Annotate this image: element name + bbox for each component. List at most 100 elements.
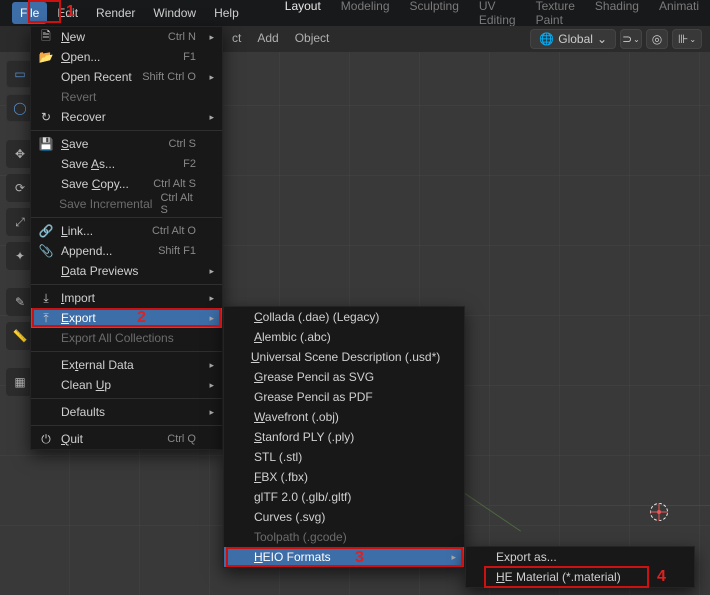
toolbar-add[interactable]: Add bbox=[257, 31, 278, 45]
export-menu-label: glTF 2.0 (.glb/.gltf) bbox=[254, 490, 438, 504]
file-menu-item[interactable]: External Data▸ bbox=[31, 355, 222, 375]
file-menu-item[interactable]: ⤓Import▸ bbox=[31, 288, 222, 308]
file-menu-item[interactable]: 📎 Append... Shift F1 bbox=[31, 241, 222, 261]
export-menu-item[interactable]: Curves (.svg) bbox=[224, 507, 464, 527]
chevron-right-icon: ▸ bbox=[204, 32, 214, 43]
export-menu-item[interactable]: Grease Pencil as SVG bbox=[224, 367, 464, 387]
file-menu-item[interactable]: 📂 Open... F1 bbox=[31, 47, 222, 67]
shortcut-label: F1 bbox=[183, 51, 196, 63]
file-menu-item[interactable]: Save Copy... Ctrl Alt S bbox=[31, 174, 222, 194]
export-menu-item[interactable]: Grease Pencil as PDF bbox=[224, 387, 464, 407]
export-menu-item[interactable]: glTF 2.0 (.glb/.gltf) bbox=[224, 487, 464, 507]
shortcut-label: Ctrl Q bbox=[167, 433, 196, 445]
shortcut-label: Ctrl N bbox=[168, 31, 196, 43]
file-menu-label: Open... bbox=[61, 50, 175, 64]
toolbar-object[interactable]: Object bbox=[295, 31, 330, 45]
export-menu-item: Toolpath (.gcode) bbox=[224, 527, 464, 547]
shortcut-label: Ctrl Alt O bbox=[152, 225, 196, 237]
append-icon: 📎 bbox=[39, 244, 53, 258]
file-menu-item[interactable]: ⏻ Quit Ctrl Q bbox=[31, 429, 222, 449]
file-menu-item[interactable]: 🗎 New Ctrl N ▸ bbox=[31, 27, 222, 47]
history-icon: ↻ bbox=[39, 110, 53, 124]
export-menu-item[interactable]: FBX (.fbx) bbox=[224, 467, 464, 487]
extra-toggle[interactable]: ⊪⌄ bbox=[672, 29, 702, 49]
file-menu-item: Save IncrementalCtrl Alt S bbox=[31, 194, 222, 214]
file-menu-item[interactable]: Defaults ▸ bbox=[31, 402, 222, 422]
file-menu-label: Clean Up bbox=[61, 378, 196, 392]
heio-menu-label: Export as... bbox=[496, 550, 668, 564]
file-menu-item[interactable]: ⤒Export▸ bbox=[31, 308, 222, 328]
link-icon: 🔗 bbox=[39, 224, 53, 238]
export-menu-item[interactable]: Universal Scene Description (.usd*) bbox=[224, 347, 464, 367]
chevron-right-icon: ▸ bbox=[446, 552, 456, 563]
menu-file[interactable]: File bbox=[12, 2, 47, 24]
orientation-label: Global bbox=[558, 32, 593, 46]
menu-window[interactable]: Window bbox=[145, 2, 204, 24]
file-menu-item[interactable]: Clean Up▸ bbox=[31, 375, 222, 395]
file-menu-item[interactable]: Data Previews▸ bbox=[31, 261, 222, 281]
file-menu-label: New bbox=[61, 30, 160, 44]
file-icon: 🗎 bbox=[39, 27, 53, 48]
export-menu-item[interactable]: STL (.stl) bbox=[224, 447, 464, 467]
file-menu-label: Export bbox=[61, 311, 196, 325]
file-menu-label: Revert bbox=[61, 90, 196, 104]
file-menu-label: Open Recent bbox=[61, 70, 134, 84]
file-menu-separator bbox=[31, 284, 222, 285]
export-menu-label: Curves (.svg) bbox=[254, 510, 438, 524]
magnet-icon: ⊃ bbox=[622, 32, 632, 46]
file-menu-item: Export All Collections bbox=[31, 328, 222, 348]
menu-render[interactable]: Render bbox=[88, 2, 143, 24]
shortcut-label: Ctrl Alt S bbox=[153, 178, 196, 190]
file-menu-item[interactable]: 💾SaveCtrl S bbox=[31, 134, 222, 154]
file-menu-label: Append... bbox=[61, 244, 150, 258]
axis-x-line bbox=[460, 505, 710, 506]
menu-edit[interactable]: Edit bbox=[49, 2, 86, 24]
file-menu-label: Save As... bbox=[61, 157, 175, 171]
overlap-icon: ◎ bbox=[652, 32, 662, 46]
chevron-down-icon: ⌄ bbox=[689, 35, 696, 44]
file-menu-item: Revert bbox=[31, 87, 222, 107]
export-menu-item[interactable]: Alembic (.abc) bbox=[224, 327, 464, 347]
proportional-toggle[interactable]: ◎ bbox=[646, 29, 668, 49]
export-menu-item[interactable]: HEIO Formats▸ bbox=[224, 547, 464, 567]
file-menu-item[interactable]: 🔗Link...Ctrl Alt O bbox=[31, 221, 222, 241]
folder-icon: 📂 bbox=[39, 50, 53, 64]
orientation-dropdown[interactable]: 🌐 Global ⌄ bbox=[530, 29, 616, 49]
heio-menu-item[interactable]: HE Material (*.material) bbox=[466, 567, 694, 587]
menubar: File Edit Render Window Help Layout Mode… bbox=[0, 0, 710, 26]
file-menu-label: Defaults bbox=[61, 405, 196, 419]
chevron-right-icon: ▸ bbox=[204, 266, 214, 277]
shortcut-label: F2 bbox=[183, 158, 196, 170]
export-menu-label: Universal Scene Description (.usd*) bbox=[251, 350, 440, 364]
export-menu-label: Stanford PLY (.ply) bbox=[254, 430, 438, 444]
chevron-right-icon: ▸ bbox=[204, 112, 214, 123]
file-menu-separator bbox=[31, 130, 222, 131]
file-menu-label: Quit bbox=[61, 432, 159, 446]
export-menu-label: FBX (.fbx) bbox=[254, 470, 438, 484]
shortcut-label: Ctrl Alt S bbox=[160, 192, 197, 216]
file-menu-item[interactable]: ↻ Recover ▸ bbox=[31, 107, 222, 127]
export-menu-label: Collada (.dae) (Legacy) bbox=[254, 310, 438, 324]
shortcut-label: Shift F1 bbox=[158, 245, 196, 257]
menu-help[interactable]: Help bbox=[206, 2, 247, 24]
export-menu-label: Wavefront (.obj) bbox=[254, 410, 438, 424]
chevron-right-icon: ▸ bbox=[204, 407, 214, 418]
file-menu-item[interactable]: Open RecentShift Ctrl O▸ bbox=[31, 67, 222, 87]
chevron-right-icon: ▸ bbox=[204, 360, 214, 371]
power-icon: ⏻ bbox=[39, 432, 53, 447]
export-menu-label: Toolpath (.gcode) bbox=[254, 530, 438, 544]
chevron-right-icon: ▸ bbox=[204, 72, 214, 83]
import-icon: ⤓ bbox=[39, 291, 53, 306]
export-menu-item[interactable]: Collada (.dae) (Legacy) bbox=[224, 307, 464, 327]
file-menu-label: Save Copy... bbox=[61, 177, 145, 191]
orientation-widget: 🌐 Global ⌄ ⊃⌄ ◎ ⊪⌄ bbox=[530, 29, 702, 49]
heio-menu-item[interactable]: Export as... bbox=[466, 547, 694, 567]
export-menu-item[interactable]: Stanford PLY (.ply) bbox=[224, 427, 464, 447]
file-menu-panel: 🗎 New Ctrl N ▸ 📂 Open... F1 Open RecentShift Ct… bbox=[30, 26, 223, 450]
file-menu-label: Recover bbox=[61, 110, 196, 124]
chevron-down-icon: ⌄ bbox=[633, 35, 640, 44]
snap-toggle[interactable]: ⊃⌄ bbox=[620, 29, 642, 49]
file-menu-item[interactable]: Save As... F2 bbox=[31, 154, 222, 174]
toolbar-fragment: ct bbox=[232, 31, 241, 45]
export-menu-item[interactable]: Wavefront (.obj) bbox=[224, 407, 464, 427]
